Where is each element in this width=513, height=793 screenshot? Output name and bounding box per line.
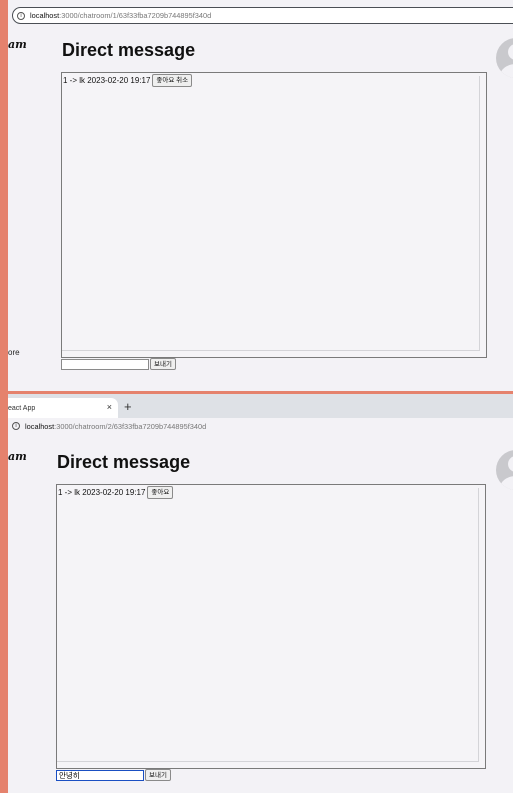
scroll-track-bottom [62, 350, 480, 351]
chat-message-area[interactable]: 1 -> lk 2023-02-20 19:17 좋아요 취소 [61, 72, 487, 358]
chat-message: 1 -> lk 2023-02-20 19:17 좋아요 취소 [63, 74, 193, 87]
scroll-track [478, 488, 479, 762]
message-input[interactable] [56, 770, 144, 781]
browser-window-1: i localhost:3000/chatroom/1/63f33fba7209… [8, 0, 513, 391]
unlike-button[interactable]: 좋아요 취소 [152, 74, 193, 87]
send-button[interactable]: 보내기 [150, 358, 176, 370]
url-host: localhost [25, 421, 55, 431]
browser-tab[interactable]: eact App × [8, 398, 118, 418]
chat-message-text: 1 -> lk 2023-02-20 19:17 [63, 76, 151, 85]
url-host: localhost [30, 11, 60, 20]
page-title: Direct message [62, 40, 196, 60]
url-path: :3000/chatroom/2/63f33fba7209b744895f340… [54, 421, 207, 431]
app-logo[interactable]: am [8, 450, 27, 463]
chat-message: 1 -> lk 2023-02-20 19:17 좋아요 [58, 486, 174, 499]
user-avatar-icon[interactable] [496, 38, 513, 78]
like-button[interactable]: 좋아요 [147, 486, 174, 499]
info-icon[interactable]: i [12, 422, 20, 430]
app-logo[interactable]: am [8, 38, 27, 51]
chat-message-area[interactable]: 1 -> lk 2023-02-20 19:17 좋아요 [56, 484, 486, 769]
page-title: Direct message [57, 452, 191, 472]
tab-title: eact App [8, 404, 36, 412]
close-icon[interactable]: × [107, 402, 112, 412]
scroll-track-bottom [57, 761, 479, 762]
message-input[interactable] [61, 359, 149, 370]
scroll-track [479, 76, 480, 351]
address-bar[interactable]: i localhost:3000/chatroom/1/63f33fba7209… [12, 7, 513, 24]
browser-window-2: eact App × + i localhost:3000/chatroom/2… [8, 394, 513, 793]
address-bar[interactable]: i localhost:3000/chatroom/2/63f33fba7209… [8, 418, 513, 434]
send-button[interactable]: 보내기 [145, 769, 171, 781]
info-icon[interactable]: i [17, 11, 25, 20]
chat-message-text: 1 -> lk 2023-02-20 19:17 [58, 488, 146, 497]
user-avatar-icon[interactable] [496, 450, 513, 490]
new-tab-button[interactable]: + [124, 399, 132, 414]
tab-strip: eact App × + [8, 394, 513, 418]
sidebar-item-more[interactable]: ore [8, 348, 20, 357]
url-path: :3000/chatroom/1/63f33fba7209b744895f340… [59, 11, 212, 20]
